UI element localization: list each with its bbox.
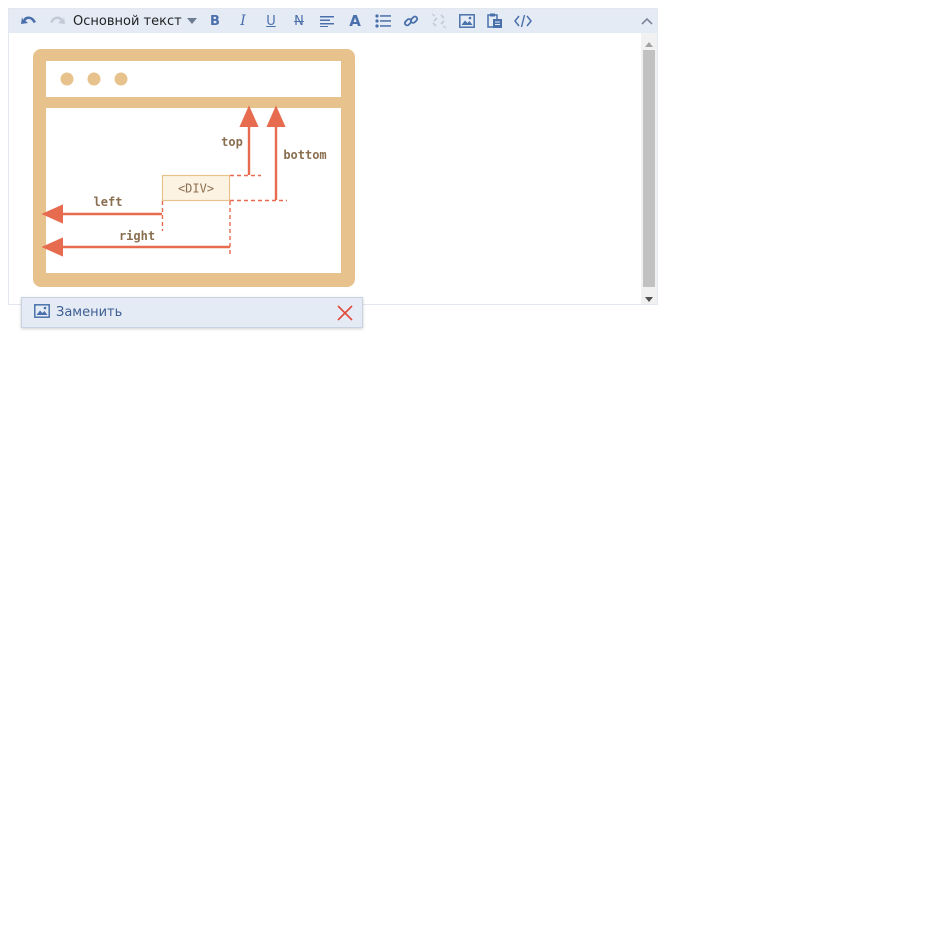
italic-button[interactable]: I: [229, 9, 257, 33]
list-icon: [375, 14, 391, 28]
paste-icon: [487, 13, 503, 29]
close-icon: [336, 305, 354, 326]
bottom-label: bottom: [283, 148, 326, 162]
close-popup-button[interactable]: [336, 304, 354, 322]
bold-button[interactable]: B: [201, 9, 229, 33]
scroll-down-arrow-icon: [645, 287, 653, 306]
replace-image-button[interactable]: Заменить: [34, 303, 123, 322]
align-button[interactable]: [313, 9, 341, 33]
div-element-label: <DIV>: [178, 182, 214, 196]
right-label: right: [119, 229, 155, 243]
paste-button[interactable]: [481, 9, 509, 33]
italic-icon: I: [240, 13, 246, 29]
chevron-up-icon: [641, 17, 653, 25]
paragraph-format-label: Основной текст: [73, 13, 182, 29]
editor-content[interactable]: <DIV> top bottom left right: [9, 33, 641, 304]
image-icon: [459, 14, 475, 28]
strikethrough-icon: N: [294, 13, 304, 29]
window-dot: [87, 72, 101, 86]
scroll-down-button[interactable]: [641, 288, 657, 304]
vertical-scrollbar[interactable]: [641, 33, 657, 304]
window-dot: [114, 72, 128, 86]
redo-button[interactable]: [43, 9, 71, 33]
top-label: top: [221, 135, 243, 149]
scroll-up-arrow-icon: [645, 32, 653, 51]
rich-text-editor: Основной текст B I U N A <DIV> top botto…: [8, 8, 658, 305]
redo-icon: [48, 14, 66, 28]
list-button[interactable]: [369, 9, 397, 33]
code-icon: [514, 14, 532, 28]
font-color-icon: A: [349, 12, 361, 30]
strikethrough-button[interactable]: N: [285, 9, 313, 33]
replace-image-label: Заменить: [56, 305, 123, 320]
left-label: left: [94, 195, 123, 209]
image-icon: [34, 303, 56, 322]
chevron-down-icon: [187, 18, 197, 24]
unlink-icon: [431, 13, 447, 29]
coordinates-diagram-image[interactable]: <DIV> top bottom left right: [33, 49, 355, 287]
underline-button[interactable]: U: [257, 9, 285, 33]
source-code-button[interactable]: [509, 9, 537, 33]
link-icon: [403, 13, 419, 29]
undo-button[interactable]: [15, 9, 43, 33]
scrollbar-thumb[interactable]: [643, 50, 655, 287]
insert-image-button[interactable]: [453, 9, 481, 33]
scroll-up-button[interactable]: [641, 33, 657, 49]
insert-link-button[interactable]: [397, 9, 425, 33]
font-color-button[interactable]: A: [341, 9, 369, 33]
image-context-popup: Заменить: [21, 297, 363, 328]
collapse-toolbar-button[interactable]: [637, 9, 657, 33]
paragraph-format-select[interactable]: Основной текст: [71, 9, 201, 33]
bold-icon: B: [210, 13, 220, 29]
align-left-icon: [320, 15, 334, 27]
underline-icon: U: [266, 13, 276, 29]
remove-link-button[interactable]: [425, 9, 453, 33]
editor-toolbar: Основной текст B I U N A: [9, 9, 657, 33]
window-dot: [60, 72, 74, 86]
undo-icon: [20, 14, 38, 28]
